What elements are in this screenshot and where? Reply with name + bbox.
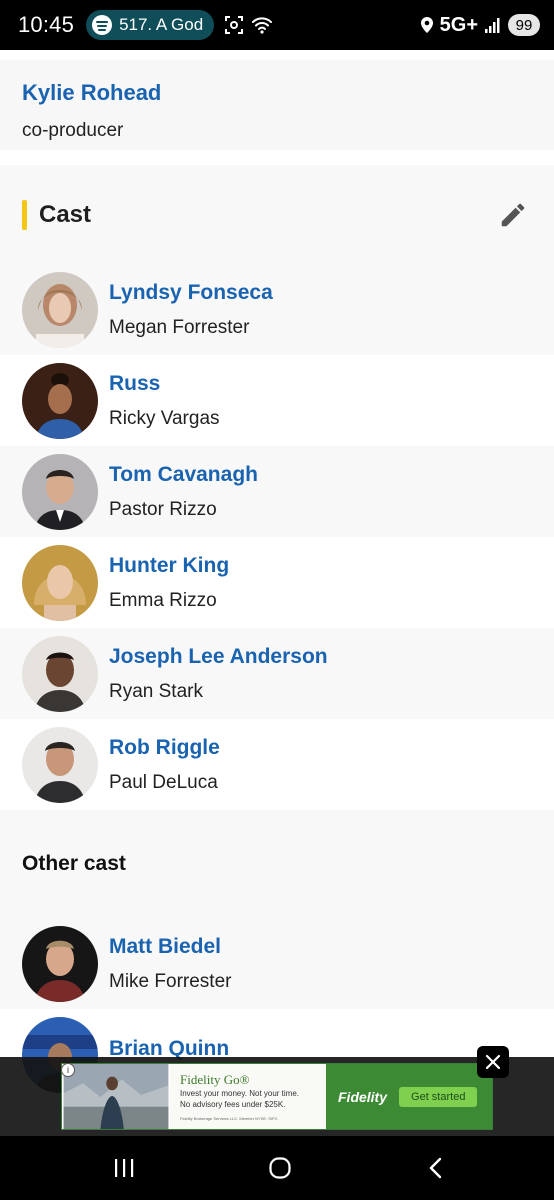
avatar (22, 272, 98, 348)
ad-line-2: No advisory fees under $25K. (180, 1100, 286, 1109)
cast-role: Ryan Stark (109, 680, 203, 702)
other-cast-row[interactable]: Matt Biedel Mike Forrester (0, 918, 554, 1009)
close-icon (485, 1054, 501, 1070)
crew-job: co-producer (22, 120, 124, 141)
cast-section: Cast Lyndsy Fonseca Megan Forrester Russ… (0, 165, 554, 810)
avatar (22, 453, 98, 530)
ad-info-icon[interactable]: i (61, 1063, 75, 1077)
status-bar: 10:45 517. A Godl 5G+ 99 (0, 0, 554, 50)
avatar (22, 544, 98, 621)
cast-name[interactable]: Rob Riggle (109, 736, 220, 760)
battery-indicator: 99 (508, 14, 540, 36)
ad-banner[interactable]: Fidelity Go® Invest your money. Not your… (61, 1063, 493, 1130)
cast-role: Emma Rizzo (109, 589, 217, 611)
cast-name[interactable]: Lyndsy Fonseca (109, 281, 273, 305)
back-button[interactable] (418, 1150, 454, 1186)
cast-title: Cast (39, 201, 92, 228)
cast-name[interactable]: Hunter King (109, 554, 229, 578)
other-cast-title: Other cast (0, 810, 554, 918)
ad-get-started-button[interactable]: Get started (399, 1086, 478, 1107)
back-icon (429, 1157, 442, 1179)
avatar (22, 726, 98, 803)
ad-photo (63, 1064, 169, 1129)
system-navigation-bar (0, 1136, 554, 1200)
avatar (22, 362, 98, 439)
cast-name[interactable]: Russ (109, 372, 220, 396)
recent-apps-button[interactable] (106, 1150, 142, 1186)
cast-row[interactable]: Russ Ricky Vargas (0, 355, 554, 446)
cast-row[interactable]: Lyndsy Fonseca Megan Forrester (0, 265, 554, 355)
cast-role: Ricky Vargas (109, 407, 220, 429)
ad-title: Fidelity Go® (180, 1072, 250, 1087)
credits-scroll-view[interactable]: Kylie Rohead co-producer Cast Lyndsy Fon… (0, 50, 554, 1136)
recent-apps-icon (115, 1159, 134, 1177)
screenshot-icon (225, 16, 244, 34)
cast-role: Megan Forrester (109, 317, 250, 338)
cast-role: Paul DeLuca (109, 771, 218, 793)
cast-name[interactable]: Tom Cavanagh (109, 463, 258, 487)
home-button[interactable] (262, 1150, 298, 1186)
cast-row[interactable]: Hunter King Emma Rizzo (0, 537, 554, 628)
crew-name[interactable]: Kylie Rohead (22, 80, 532, 106)
cast-row[interactable]: Rob Riggle Paul DeLuca (0, 719, 554, 810)
avatar (22, 925, 98, 1002)
cast-role: Pastor Rizzo (109, 498, 217, 520)
ad-brand-logo: Fidelity (338, 1088, 388, 1105)
cast-role: Mike Forrester (109, 970, 232, 992)
section-accent-bar (22, 200, 27, 230)
media-title: 517. A Godl (119, 15, 205, 34)
ad-fine-print: Fidelity Brokerage Services LLC, Member … (180, 1116, 278, 1121)
location-icon (420, 17, 433, 33)
cast-row[interactable]: Joseph Lee Anderson Ryan Stark (0, 628, 554, 719)
network-type: 5G+ (439, 13, 478, 36)
ad-close-button[interactable] (477, 1046, 509, 1078)
media-playing-pill[interactable]: 517. A Godl (86, 10, 215, 40)
edit-pencil-icon[interactable] (498, 200, 528, 230)
wifi-icon (252, 17, 273, 34)
home-icon (269, 1157, 291, 1179)
status-time: 10:45 (18, 12, 75, 37)
crew-item[interactable]: Kylie Rohead co-producer (0, 60, 554, 150)
signal-icon (485, 18, 500, 33)
cast-row[interactable]: Tom Cavanagh Pastor Rizzo (0, 446, 554, 537)
cast-name[interactable]: Joseph Lee Anderson (109, 645, 328, 669)
cast-name[interactable]: Matt Biedel (109, 935, 231, 959)
ad-line-1: Invest your money. Not your time. (180, 1089, 300, 1098)
cast-header: Cast (0, 165, 554, 265)
avatar (22, 635, 98, 712)
spotify-icon (92, 15, 113, 35)
